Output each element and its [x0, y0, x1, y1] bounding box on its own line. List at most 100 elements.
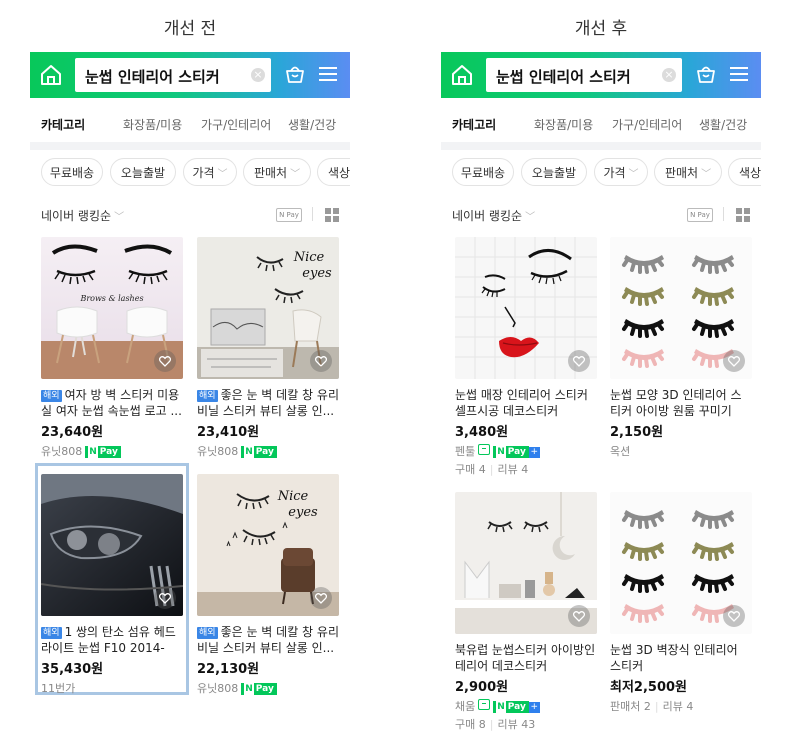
npay-n: N: [244, 683, 254, 695]
menu-icon[interactable]: [319, 66, 337, 86]
grid-view-icon[interactable]: [736, 208, 750, 225]
image-text: eyes: [288, 505, 318, 520]
search-input[interactable]: 눈썹 인테리어 스티커 ×: [75, 58, 271, 92]
plus-icon: +: [528, 702, 540, 713]
npay-filter-badge[interactable]: N Pay: [687, 208, 713, 222]
chip-label: 가격: [192, 166, 215, 180]
chip-label: 오늘출발: [120, 166, 166, 180]
product-card[interactable]: Brows & lashes 해외 여자 방 벽 스티커 미용실 여자 눈썹 속눈…: [41, 237, 183, 459]
tab-living[interactable]: 생활/건강: [288, 116, 336, 133]
npay-n: N: [88, 446, 98, 458]
npay-filter-badge[interactable]: N Pay: [276, 208, 302, 222]
overseas-badge: 해외: [41, 390, 62, 402]
chip-today-ship[interactable]: 오늘출발: [521, 158, 587, 186]
chip-label: 색상: [739, 166, 761, 180]
product-card[interactable]: Nice eyes 해외 좋은 눈 벽 데칼 창 유리 비닐 스티커 뷰티 살롱 …: [197, 237, 339, 459]
tab-furniture[interactable]: 가구/인테리어: [201, 116, 271, 133]
wishlist-icon[interactable]: [154, 587, 176, 609]
chip-price[interactable]: 가격 ﹀: [594, 158, 648, 186]
chip-seller[interactable]: 판매처 ﹀: [654, 158, 722, 186]
home-icon[interactable]: [37, 61, 65, 89]
chevron-down-icon: ﹀: [701, 169, 712, 180]
chip-label: 판매처: [253, 166, 288, 180]
product-image[interactable]: [610, 237, 752, 379]
home-icon[interactable]: [448, 61, 476, 89]
product-title[interactable]: 눈썹 모양 3D 인테리어 스티커 아이방 원룸 꾸미기: [610, 387, 752, 419]
review-count: 리뷰 4: [497, 463, 529, 476]
chip-label: 가격: [603, 166, 626, 180]
product-image[interactable]: Nice eyes: [197, 237, 339, 379]
chip-color[interactable]: 색상: [728, 158, 761, 186]
product-title[interactable]: 해외 여자 방 벽 스티커 미용실 여자 눈썹 속눈썹 로고 ...: [41, 387, 183, 419]
search-input[interactable]: 눈썹 인테리어 스티커 ×: [486, 58, 682, 92]
product-image[interactable]: [41, 474, 183, 616]
product-price: 2,900원: [455, 680, 509, 695]
tab-living[interactable]: 생활/건강: [699, 116, 747, 133]
product-title[interactable]: 해외 좋은 눈 벽 데칼 창 유리 비닐 스티커 뷰티 살롱 인...: [197, 624, 339, 656]
product-card[interactable]: 해외1 쌍의 탄소 섬유 헤드 라이트 눈썹 F10 2014-2... 35,…: [41, 474, 183, 696]
product-card[interactable]: Nice eyes 해외 좋은 눈 벽 데칼 창 유리 비닐 스티커 뷰티 살롱 …: [197, 474, 339, 696]
tab-cosmetics[interactable]: 화장품/미용: [123, 116, 182, 133]
overseas-badge: 해외: [197, 627, 218, 639]
product-image[interactable]: [455, 492, 597, 634]
chip-seller[interactable]: 판매처 ﹀: [243, 158, 311, 186]
product-card[interactable]: 눈썹 모양 3D 인테리어 스티커 아이방 원룸 꾸미기 2,150원 옥션: [610, 237, 752, 459]
tab-cosmetics[interactable]: 화장품/미용: [534, 116, 593, 133]
wishlist-icon[interactable]: [723, 350, 745, 372]
tab-category[interactable]: 카테고리: [452, 116, 496, 133]
wishlist-icon[interactable]: [568, 605, 590, 627]
filter-chips: 무료배송 오늘출발 가격 ﹀ 판매처 ﹀ 색상: [441, 158, 761, 188]
npay-text: Pay: [99, 447, 118, 457]
product-card[interactable]: 눈썹 3D 벽장식 인테리어 스티커 최저2,500원 판매처 2 | 리뷰 4: [610, 492, 752, 714]
sort-dropdown[interactable]: 네이버 랭킹순 ﹀: [41, 207, 124, 224]
grid-view-icon[interactable]: [325, 208, 339, 225]
sort-dropdown[interactable]: 네이버 랭킹순 ﹀: [452, 207, 535, 224]
shopping-bag-icon[interactable]: [285, 64, 305, 88]
chip-label: 색상: [328, 166, 350, 180]
chip-price[interactable]: 가격 ﹀: [183, 158, 237, 186]
seller-row: 펜툴 N Pay +: [455, 443, 597, 459]
wishlist-icon[interactable]: [310, 350, 332, 372]
product-title[interactable]: 해외 좋은 눈 벽 데칼 창 유리 비닐 스티커 뷰티 살롱 인...: [197, 387, 339, 419]
product-title[interactable]: 눈썹 매장 인테리어 스티커 셀프시공 데코스티커: [455, 387, 597, 419]
divider: [723, 207, 724, 221]
divider: |: [654, 700, 659, 713]
chip-free-shipping[interactable]: 무료배송: [41, 158, 103, 186]
tab-furniture[interactable]: 가구/인테리어: [612, 116, 682, 133]
menu-icon[interactable]: [730, 66, 748, 86]
search-header: 눈썹 인테리어 스티커 ×: [441, 52, 761, 98]
chip-today-ship[interactable]: 오늘출발: [110, 158, 176, 186]
product-card[interactable]: 눈썹 매장 인테리어 스티커 셀프시공 데코스티커 3,480원 펜툴 N Pay +…: [455, 237, 597, 477]
clear-icon[interactable]: ×: [662, 68, 676, 82]
product-title[interactable]: 눈썹 3D 벽장식 인테리어 스티커: [610, 642, 752, 674]
seller-name: 유닛808: [197, 445, 239, 458]
wishlist-icon[interactable]: [310, 587, 332, 609]
plus-icon: +: [528, 447, 540, 458]
chip-color[interactable]: 색상: [317, 158, 350, 186]
product-stats: 구매 8 | 리뷰 43: [455, 716, 597, 732]
chevron-down-icon: ﹀: [217, 169, 228, 180]
category-tabs: 카테고리 화장품/미용 가구/인테리어 생활/건강: [441, 110, 761, 140]
chip-free-shipping[interactable]: 무료배송: [452, 158, 514, 186]
product-image[interactable]: Nice eyes: [197, 474, 339, 616]
npay-n: N: [496, 701, 506, 713]
npay-badge: N Pay: [241, 446, 277, 458]
product-image[interactable]: [455, 237, 597, 379]
product-image[interactable]: [610, 492, 752, 634]
product-image[interactable]: Brows & lashes: [41, 237, 183, 379]
wishlist-icon[interactable]: [154, 350, 176, 372]
sort-label: 네이버 랭킹순: [452, 209, 523, 223]
tab-category[interactable]: 카테고리: [41, 116, 85, 133]
shopping-bag-icon[interactable]: [696, 64, 716, 88]
seller-count: 판매처 2: [610, 700, 651, 713]
wishlist-icon[interactable]: [723, 605, 745, 627]
product-card[interactable]: 북유럽 눈썹스티커 아이방인테리어 데코스티커 2,900원 채움 N Pay + 구…: [455, 492, 597, 732]
seller-row: 유닛808 N Pay: [197, 680, 339, 696]
product-title[interactable]: 북유럽 눈썹스티커 아이방인테리어 데코스티커: [455, 642, 597, 674]
clear-icon[interactable]: ×: [251, 68, 265, 82]
product-title[interactable]: 해외1 쌍의 탄소 섬유 헤드 라이트 눈썹 F10 2014-2...: [41, 624, 183, 656]
sort-label: 네이버 랭킹순: [41, 209, 112, 223]
divider: [30, 142, 350, 150]
chip-label: 무료배송: [460, 166, 506, 180]
wishlist-icon[interactable]: [568, 350, 590, 372]
